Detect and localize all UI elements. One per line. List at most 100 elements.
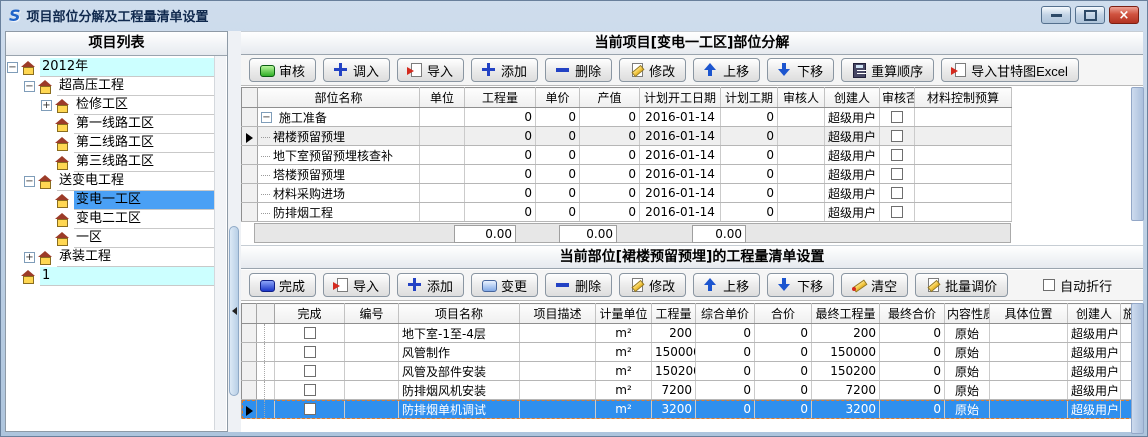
clear-button[interactable]: 清空	[841, 273, 908, 297]
collapse-icon[interactable]	[24, 176, 35, 187]
col-quantity: 工程量	[465, 88, 536, 108]
tree-item-jianxiu[interactable]: 检修工区	[7, 96, 215, 115]
autowrap-checkbox[interactable]	[1043, 279, 1055, 291]
delete-button[interactable]: 删除	[545, 58, 612, 82]
table-row[interactable]: 塔楼预留预埋 0 0 0 2016-01-14 0 超级用户	[242, 165, 1012, 184]
move-up-button[interactable]: 上移	[693, 273, 760, 297]
import-icon	[952, 63, 966, 77]
done-checkbox[interactable]	[304, 327, 316, 339]
tree-item-songbiandian[interactable]: 送变电工程	[7, 172, 215, 191]
move-up-button[interactable]: 上移	[693, 58, 760, 82]
done-checkbox[interactable]	[304, 346, 316, 358]
house-icon	[21, 61, 36, 75]
modify-button[interactable]: 修改	[619, 58, 686, 82]
house-icon	[21, 270, 36, 284]
tree-item-chaogaoya[interactable]: 超高压工程	[7, 77, 215, 96]
expand-icon[interactable]	[41, 100, 52, 111]
table-row[interactable]: 防排烟风机安装 m² 7200 0 0 7200 0 原始 超级用户	[242, 381, 1134, 400]
table-row[interactable]: 地下室预留预埋核查补 0 0 0 2016-01-14 0 超级用户	[242, 146, 1012, 165]
edit-icon	[926, 278, 940, 292]
collapse-icon[interactable]	[7, 62, 18, 73]
batch-price-button[interactable]: 批量调价	[915, 273, 1008, 297]
tree-item-line2[interactable]: 第二线路工区	[7, 134, 215, 153]
title-bar[interactable]: S 项目部位分解及工程量清单设置 ×	[1, 1, 1147, 29]
col-location: 具体位置	[990, 304, 1068, 324]
add-button[interactable]: 添加	[397, 273, 464, 297]
tree-item-yiqu[interactable]: 一区	[7, 229, 215, 248]
change-button[interactable]: 变更	[471, 273, 538, 297]
tree-item-line1[interactable]: 第一线路工区	[7, 115, 215, 134]
table-row[interactable]: 风管制作 m² 150000 0 0 150000 0 原始 超级用户	[242, 343, 1134, 362]
table-row[interactable]: 防排烟工程 0 0 0 2016-01-14 0 超级用户	[242, 203, 1012, 222]
minimize-button[interactable]	[1041, 6, 1071, 24]
audited-checkbox[interactable]	[891, 206, 903, 218]
done-checkbox[interactable]	[304, 403, 316, 415]
tree-item-biandian1-selected[interactable]: 变电一工区	[7, 191, 215, 210]
maximize-button[interactable]	[1075, 6, 1105, 24]
top-toolbar: 审核 调入 导入 添加 删除 修改 上移 下移 重算顺序 导入甘特图Excel	[241, 55, 1143, 86]
collapse-icon[interactable]	[24, 81, 35, 92]
col-start-date: 计划开工日期	[640, 88, 721, 108]
plus-icon	[408, 278, 422, 292]
bottom-table-scrollbar[interactable]	[1131, 303, 1144, 434]
minus-icon	[556, 63, 570, 77]
tree-item-biandian2[interactable]: 变电二工区	[7, 210, 215, 229]
collapse-left-icon	[232, 307, 237, 315]
top-table-scrollbar[interactable]	[1131, 87, 1144, 221]
delete-button[interactable]: 删除	[545, 273, 612, 297]
recalc-order-button[interactable]: 重算顺序	[841, 58, 934, 82]
quantity-list-table: 完成 编号 项目名称 项目描述 计量单位 工程量 综合单价 合价 最终工程量 最…	[241, 303, 1134, 419]
done-checkbox[interactable]	[304, 384, 316, 396]
house-icon	[38, 80, 53, 94]
tree-scrollbar[interactable]	[214, 56, 226, 430]
done-checkbox[interactable]	[304, 365, 316, 377]
audit-button[interactable]: 审核	[249, 58, 316, 82]
collapse-icon[interactable]	[261, 112, 272, 123]
current-row-icon	[246, 133, 253, 143]
table-row-current[interactable]: 裙楼预留预埋 0 0 0 2016-01-14 0 超级用户	[242, 127, 1012, 146]
col-duration: 计划工期	[721, 88, 778, 108]
import-gantt-excel-button[interactable]: 导入甘特图Excel	[941, 58, 1079, 82]
header-row: 部位名称 单位 工程量 单价 产值 计划开工日期 计划工期 审核人 创建人 审核…	[242, 88, 1012, 108]
house-icon	[55, 194, 70, 208]
audited-checkbox[interactable]	[891, 187, 903, 199]
col-output-value: 产值	[580, 88, 640, 108]
close-button[interactable]: ×	[1109, 6, 1139, 24]
tree-item-1[interactable]: 1	[7, 267, 215, 286]
house-icon	[38, 175, 53, 189]
tree-item-2012[interactable]: 2012年	[7, 58, 215, 77]
plus-icon	[334, 63, 348, 77]
add-button[interactable]: 添加	[471, 58, 538, 82]
totals-bar: 0.00 0.00 0.00	[254, 223, 1011, 243]
move-down-button[interactable]: 下移	[767, 58, 834, 82]
finish-button[interactable]: 完成	[249, 273, 316, 297]
col-item-desc: 项目描述	[520, 304, 596, 324]
col-auditor: 审核人	[778, 88, 825, 108]
modify-button[interactable]: 修改	[619, 273, 686, 297]
expand-icon[interactable]	[24, 252, 35, 263]
load-in-button[interactable]: 调入	[323, 58, 390, 82]
import-button[interactable]: 导入	[323, 273, 390, 297]
project-tree: 2012年 超高压工程 检修工区 第一线路工区 第二线路工区 第三线路工区 送变…	[7, 56, 215, 430]
house-icon	[55, 118, 70, 132]
table-row[interactable]: 风管及部件安装 m² 150200 0 0 150200 0 原始 超级用户	[242, 362, 1134, 381]
tree-item-chengzhuang[interactable]: 承装工程	[7, 248, 215, 267]
audited-checkbox[interactable]	[891, 130, 903, 142]
plus-icon	[482, 63, 496, 77]
audited-checkbox[interactable]	[891, 111, 903, 123]
audited-checkbox[interactable]	[891, 149, 903, 161]
table-row[interactable]: 材料采购进场 0 0 0 2016-01-14 0 超级用户	[242, 184, 1012, 203]
tree-item-line3[interactable]: 第三线路工区	[7, 153, 215, 172]
splitter-collapse-handle[interactable]	[229, 226, 239, 396]
import-button[interactable]: 导入	[397, 58, 464, 82]
autowrap-label: 自动折行	[1060, 276, 1112, 295]
table-row-selected[interactable]: 防排烟单机调试 m² 3200 0 0 3200 0 原始 超级用户	[242, 400, 1134, 419]
change-icon	[482, 278, 496, 292]
table-row[interactable]: 地下室-1至-4层 m² 200 0 0 200 0 原始 超级用户	[242, 324, 1134, 343]
audited-checkbox[interactable]	[891, 168, 903, 180]
table-row[interactable]: 施工准备 0 0 0 2016-01-14 0 超级用户	[242, 108, 1012, 127]
col-part-name: 部位名称	[258, 88, 420, 108]
move-down-button[interactable]: 下移	[767, 273, 834, 297]
col-unit: 单位	[420, 88, 465, 108]
col-total-price: 合价	[755, 304, 812, 324]
